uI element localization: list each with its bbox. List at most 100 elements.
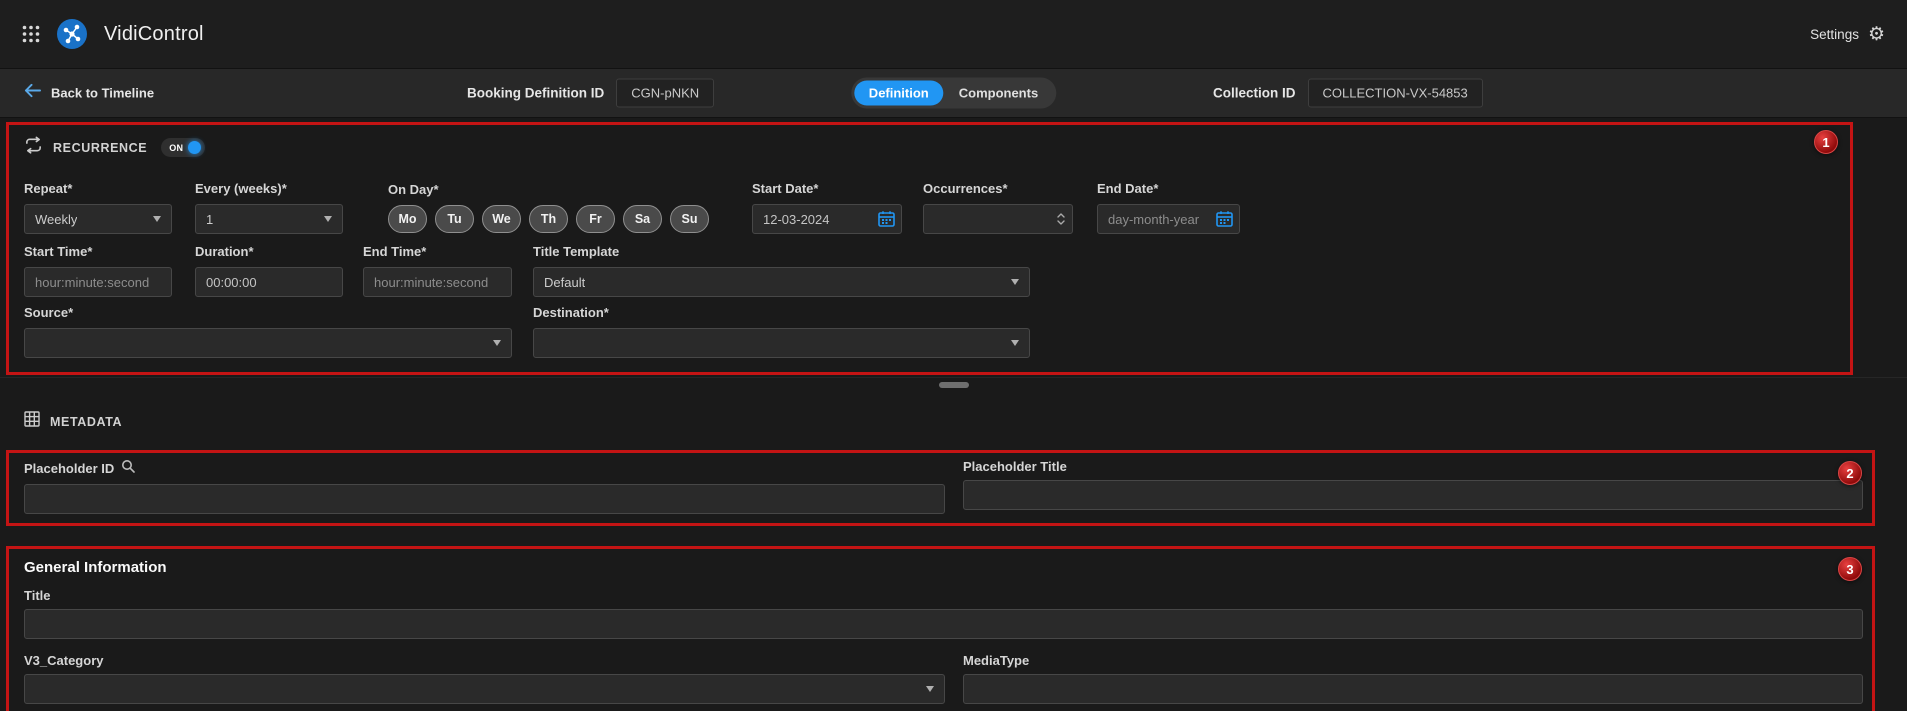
- booking-definition-id-value: CGN-pNKN: [616, 79, 714, 108]
- booking-definition-id-label: Booking Definition ID: [467, 86, 604, 101]
- media-type-field: MediaType: [963, 653, 1863, 704]
- chevron-down-icon: [1011, 279, 1019, 285]
- chevron-down-icon: [324, 216, 332, 222]
- day-pill-mo[interactable]: Mo: [388, 205, 427, 233]
- metadata-title: METADATA: [50, 415, 122, 429]
- general-information-heading: General Information: [24, 559, 1863, 576]
- booking-definition-group: Booking Definition ID CGN-pNKN: [467, 79, 714, 108]
- settings-button[interactable]: Settings ⚙: [1810, 25, 1885, 44]
- day-pill-sa[interactable]: Sa: [623, 205, 662, 233]
- occurrences-label: Occurrences*: [923, 181, 1073, 196]
- placeholder-id-label: Placeholder ID: [24, 461, 114, 476]
- search-icon[interactable]: [121, 459, 135, 478]
- collection-id-label: Collection ID: [1213, 86, 1296, 101]
- top-bar: VidiControl Settings ⚙: [0, 0, 1907, 69]
- duration-label: Duration*: [195, 244, 343, 259]
- occurrences-field: Occurrences*: [923, 181, 1073, 234]
- on-day-label: On Day*: [388, 182, 709, 197]
- v3-category-label: V3_Category: [24, 653, 103, 668]
- page-title: VidiControl: [104, 23, 204, 46]
- source-select[interactable]: [24, 328, 512, 358]
- back-to-timeline-link[interactable]: Back to Timeline: [24, 84, 154, 103]
- chevron-down-icon: [1011, 340, 1019, 346]
- repeat-icon: [24, 136, 43, 159]
- end-time-input[interactable]: [363, 267, 512, 297]
- title-input[interactable]: [24, 609, 1863, 639]
- general-information-section: 3 General Information Title V3_Category …: [6, 546, 1875, 711]
- main-content: 1 RECURRENCE ON Repeat* Wee: [0, 122, 1907, 711]
- annotation-badge-3: 3: [1838, 557, 1862, 581]
- on-day-field: On Day* Mo Tu We Th Fr Sa Su: [388, 182, 709, 234]
- apps-grid-icon[interactable]: [22, 25, 40, 43]
- day-pill-su[interactable]: Su: [670, 205, 709, 233]
- recurrence-section: 1 RECURRENCE ON Repeat* Wee: [6, 122, 1853, 375]
- tab-components[interactable]: Components: [944, 81, 1053, 106]
- view-segmented-control: Definition Components: [851, 78, 1056, 109]
- panel-splitter[interactable]: [0, 377, 1907, 391]
- stepper-icon[interactable]: [1056, 211, 1066, 227]
- every-weeks-field: Every (weeks)* 1: [195, 181, 343, 234]
- placeholder-section: 2 Placeholder ID Placeholder Title: [6, 450, 1875, 526]
- placeholder-id-input[interactable]: [24, 484, 945, 514]
- title-template-field: Title Template Default: [533, 244, 1030, 297]
- title-label: Title: [24, 588, 51, 603]
- end-time-field: End Time*: [363, 244, 512, 297]
- chevron-down-icon: [153, 216, 161, 222]
- calendar-icon[interactable]: [878, 211, 895, 228]
- collection-id-group: Collection ID COLLECTION-VX-54853: [1213, 79, 1483, 108]
- repeat-field: Repeat* Weekly: [24, 181, 172, 234]
- repeat-select[interactable]: Weekly: [24, 204, 172, 234]
- title-template-label: Title Template: [533, 244, 1030, 259]
- gear-icon: ⚙: [1868, 25, 1885, 44]
- placeholder-title-field: Placeholder Title: [963, 459, 1863, 514]
- v3-category-select[interactable]: [24, 674, 945, 704]
- start-time-label: Start Time*: [24, 244, 172, 259]
- duration-input[interactable]: [195, 267, 343, 297]
- recurrence-title: RECURRENCE: [53, 141, 147, 155]
- v3-category-field: V3_Category: [24, 653, 945, 704]
- source-field: Source*: [24, 305, 512, 358]
- repeat-label: Repeat*: [24, 181, 172, 196]
- annotation-badge-1: 1: [1814, 130, 1838, 154]
- day-pill-tu[interactable]: Tu: [435, 205, 474, 233]
- toggle-knob-icon: [188, 141, 201, 154]
- placeholder-title-label: Placeholder Title: [963, 459, 1067, 474]
- day-pills: Mo Tu We Th Fr Sa Su: [388, 205, 709, 233]
- every-weeks-label: Every (weeks)*: [195, 181, 343, 196]
- recurrence-toggle[interactable]: ON: [161, 138, 205, 157]
- start-time-input[interactable]: [24, 267, 172, 297]
- duration-field: Duration*: [195, 244, 343, 297]
- occurrences-input[interactable]: [923, 204, 1073, 234]
- start-date-field: Start Date*: [752, 181, 902, 234]
- day-pill-fr[interactable]: Fr: [576, 205, 615, 233]
- title-template-select[interactable]: Default: [533, 267, 1030, 297]
- every-weeks-select[interactable]: 1: [195, 204, 343, 234]
- tab-definition[interactable]: Definition: [854, 81, 944, 106]
- start-time-field: Start Time*: [24, 244, 172, 297]
- day-pill-we[interactable]: We: [482, 205, 521, 233]
- placeholder-id-field: Placeholder ID: [24, 459, 945, 514]
- back-arrow-icon: [24, 84, 41, 103]
- media-type-label: MediaType: [963, 653, 1029, 668]
- end-time-label: End Time*: [363, 244, 512, 259]
- metadata-grid-icon: [24, 411, 40, 432]
- destination-field: Destination*: [533, 305, 1030, 358]
- toggle-state-label: ON: [169, 143, 183, 153]
- destination-label: Destination*: [533, 305, 1030, 320]
- metadata-header: METADATA: [24, 411, 1907, 432]
- end-date-label: End Date*: [1097, 181, 1240, 196]
- back-label: Back to Timeline: [51, 86, 154, 101]
- day-pill-th[interactable]: Th: [529, 205, 568, 233]
- chevron-down-icon: [493, 340, 501, 346]
- vidicontrol-logo: [56, 18, 88, 50]
- chevron-down-icon: [926, 686, 934, 692]
- sub-toolbar: Back to Timeline Booking Definition ID C…: [0, 69, 1907, 118]
- collection-id-value: COLLECTION-VX-54853: [1308, 79, 1483, 108]
- end-date-field: End Date*: [1097, 181, 1240, 234]
- placeholder-title-input[interactable]: [963, 480, 1863, 510]
- splitter-grip-icon[interactable]: [939, 382, 969, 388]
- calendar-icon[interactable]: [1216, 211, 1233, 228]
- source-label: Source*: [24, 305, 512, 320]
- media-type-input[interactable]: [963, 674, 1863, 704]
- destination-select[interactable]: [533, 328, 1030, 358]
